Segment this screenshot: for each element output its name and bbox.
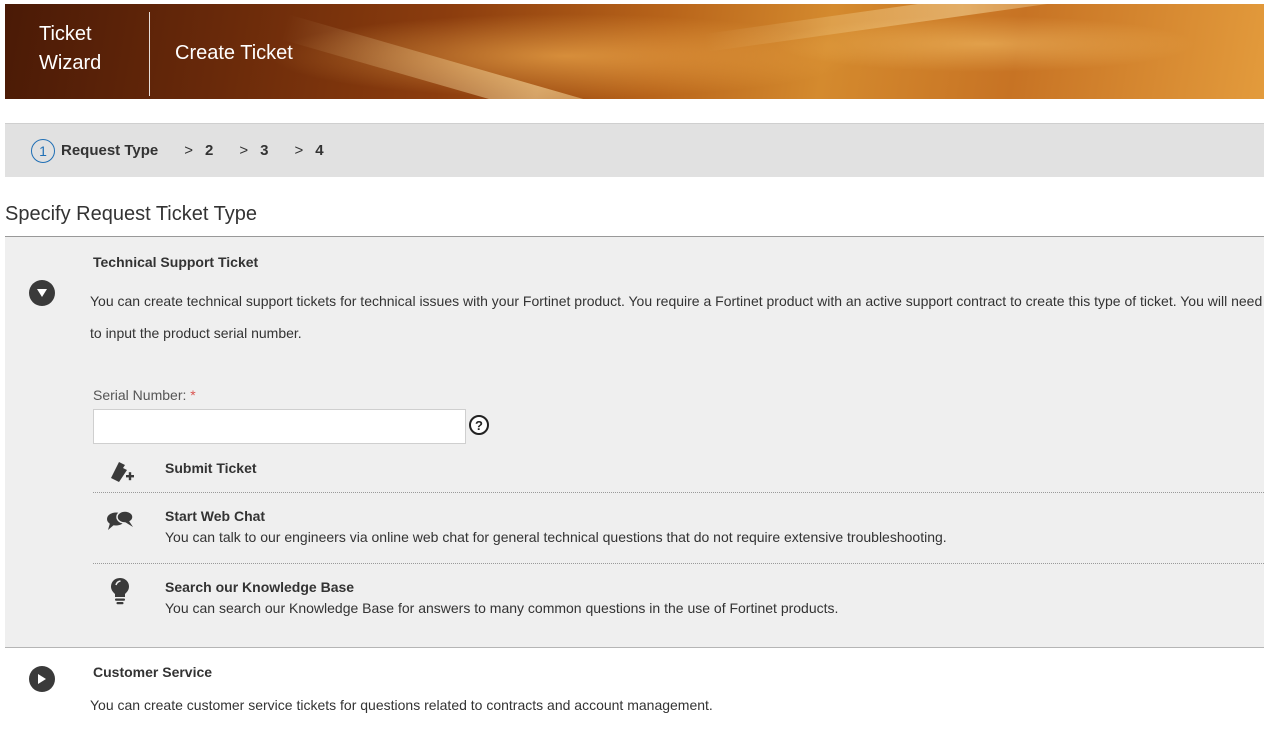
lightbulb-icon <box>111 578 129 605</box>
app-title: Ticket Wizard <box>39 23 102 74</box>
step-2: 2 <box>205 142 214 159</box>
technical-support-description: You can create technical support tickets… <box>90 293 1263 341</box>
customer-service-description: You can create customer service tickets … <box>90 697 713 713</box>
divider <box>93 563 1264 564</box>
header-divider <box>149 12 150 96</box>
required-marker: * <box>190 387 196 403</box>
knowledge-base-description: You can search our Knowledge Base for an… <box>165 600 839 616</box>
step-separator: > <box>239 142 249 159</box>
step-4: 4 <box>315 142 324 159</box>
technical-support-heading[interactable]: Technical Support Ticket <box>93 254 258 270</box>
submit-ticket-title[interactable]: Submit Ticket <box>165 460 257 476</box>
page-subtitle: Create Ticket <box>175 42 293 64</box>
step-3: 3 <box>260 142 269 159</box>
divider <box>93 492 1264 493</box>
knowledge-base-title[interactable]: Search our Knowledge Base <box>165 579 354 595</box>
serial-number-label: Serial Number: * <box>93 387 196 403</box>
expand-toggle-button[interactable] <box>29 666 55 692</box>
submit-ticket-action[interactable]: Submit Ticket <box>93 454 1264 490</box>
section-title: Specify Request Ticket Type <box>5 203 257 225</box>
chat-bubbles-icon <box>107 510 134 530</box>
banner-decoration <box>281 14 789 99</box>
technical-support-panel: Technical Support Ticket You can create … <box>5 237 1264 648</box>
chevron-right-icon <box>38 674 46 684</box>
customer-service-heading[interactable]: Customer Service <box>93 664 212 680</box>
step-1-label: Request Type <box>61 142 159 159</box>
start-web-chat-description: You can talk to our engineers via online… <box>165 529 947 545</box>
banner-decoration <box>703 4 1222 52</box>
start-web-chat-title[interactable]: Start Web Chat <box>165 508 265 524</box>
step-1-badge: 1 <box>31 138 55 163</box>
wizard-steps: 1 Request Type > 2 > 3 > 4 <box>5 123 1264 177</box>
start-web-chat-action[interactable]: Start Web Chat You can talk to our engin… <box>93 502 1264 554</box>
ticket-add-icon <box>111 462 134 482</box>
knowledge-base-action[interactable]: Search our Knowledge Base You can search… <box>93 574 1264 626</box>
step-separator: > <box>184 142 194 159</box>
help-icon[interactable]: ? <box>469 415 489 435</box>
collapse-toggle-button[interactable] <box>29 280 55 306</box>
header-banner: Ticket Wizard Create Ticket <box>5 4 1264 99</box>
chevron-down-icon <box>37 289 47 297</box>
serial-number-input[interactable] <box>93 409 466 444</box>
serial-number-label-text: Serial Number: <box>93 387 187 403</box>
step-separator: > <box>294 142 304 159</box>
